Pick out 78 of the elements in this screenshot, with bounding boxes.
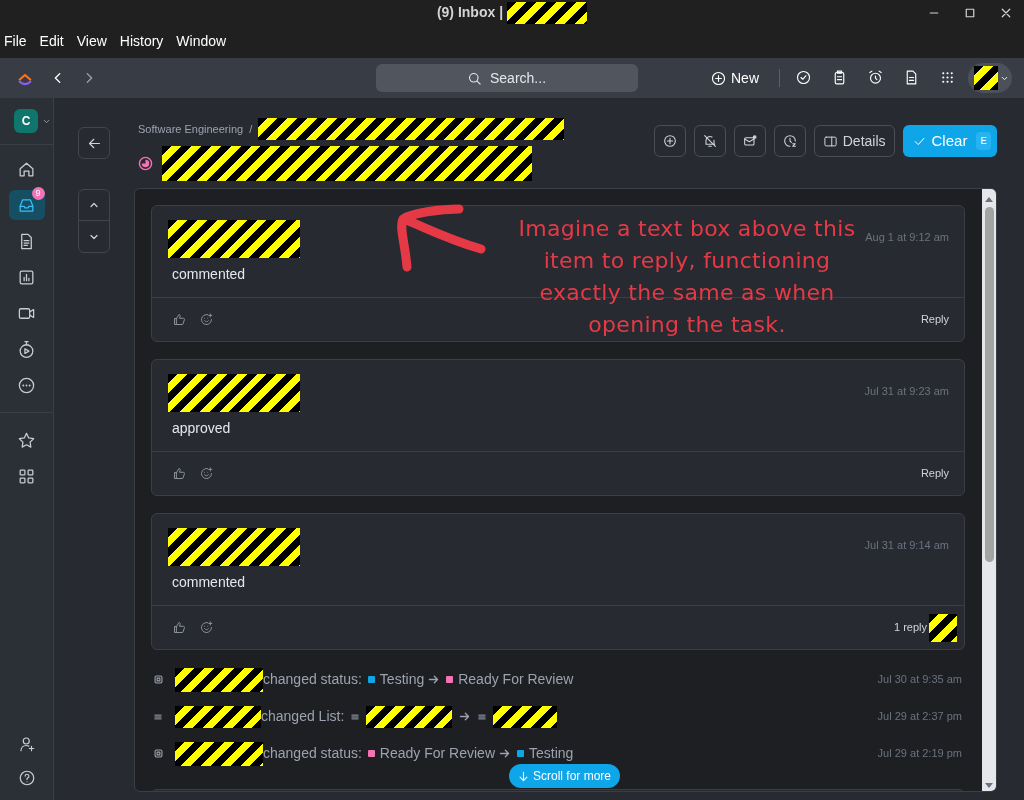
reply-button[interactable]: Reply (920, 465, 949, 482)
list-icon (477, 711, 488, 722)
activity-text: changed status: (263, 670, 362, 689)
status-icon (153, 674, 164, 685)
shortcut-key: E (976, 131, 991, 151)
status-label: Testing (529, 744, 574, 763)
arrow-right-icon (427, 673, 441, 686)
reply-button[interactable]: Reply (920, 311, 949, 328)
comment-action: approved (171, 419, 232, 438)
apps-icon (939, 69, 956, 86)
details-button[interactable]: Details (813, 125, 895, 157)
activity-time: Jul 29 at 2:19 pm (877, 746, 962, 762)
home-icon (17, 159, 36, 179)
thumbs-up-icon (172, 620, 187, 635)
profile-menu[interactable] (968, 63, 1012, 93)
redaction-bar (493, 705, 558, 728)
breadcrumb-link[interactable]: Software Engineering (138, 120, 244, 138)
comment-time: Aug 1 at 9:12 am (865, 230, 949, 245)
arrow-right-icon (498, 747, 511, 760)
window-title: (9) Inbox | (436, 3, 504, 22)
add-button[interactable] (653, 125, 686, 157)
menu-item[interactable]: Window (176, 31, 227, 52)
add-emoji-icon (199, 312, 214, 327)
search-field[interactable]: Search... (376, 64, 638, 92)
status-icon (138, 156, 153, 171)
add-emoji-icon (199, 620, 214, 635)
help-icon (17, 769, 36, 787)
menu-item[interactable]: File (4, 31, 27, 52)
comment-action: commented (171, 265, 247, 284)
mail-icon (741, 133, 758, 149)
notification-badge: 9 (31, 187, 45, 200)
snooze-clock-icon (781, 133, 798, 149)
stopwatch-icon (17, 339, 36, 359)
comment-time: Jul 31 at 9:14 am (864, 538, 949, 553)
activity-text: changed List: (261, 707, 345, 726)
check-circle-icon (795, 69, 812, 86)
status-label: Ready For Review (458, 670, 574, 689)
comment-action: commented (171, 573, 247, 592)
status-label: Ready For Review (379, 744, 495, 763)
workspace-avatar[interactable]: C (14, 109, 38, 133)
menu-item[interactable]: History (119, 31, 164, 52)
redaction-bar (929, 613, 957, 642)
arrow-down-icon (518, 770, 529, 782)
comment-time: Jul 31 at 9:23 am (864, 384, 949, 399)
arrow-right-icon (458, 710, 472, 723)
plus-circle-icon (710, 69, 727, 87)
scrollbar[interactable] (982, 189, 996, 791)
add-emoji-icon (199, 466, 214, 481)
mute-button[interactable] (693, 125, 726, 157)
activity-time: Jul 30 at 9:35 am (877, 672, 962, 688)
status-icon (153, 748, 164, 759)
panel-icon (822, 133, 838, 149)
activity-text: changed status: (263, 744, 362, 763)
alarm-clock-icon (867, 69, 884, 86)
status-label: Testing (379, 670, 425, 689)
new-button[interactable]: New (710, 66, 759, 90)
menu-item[interactable]: Edit (39, 31, 64, 52)
add-icon (661, 133, 678, 149)
list-icon (350, 711, 361, 722)
redaction-bar (974, 66, 998, 90)
snooze-button[interactable] (773, 125, 806, 157)
close-icon (1000, 6, 1012, 19)
search-icon (466, 70, 483, 87)
email-button[interactable] (733, 125, 766, 157)
maximize-icon (964, 6, 976, 19)
activity-time: Jul 29 at 2:37 pm (877, 709, 962, 725)
back-button[interactable] (78, 127, 110, 159)
breadcrumb-separator: / (249, 121, 253, 137)
thumbs-up-icon (172, 312, 187, 327)
menu-item[interactable]: View (76, 31, 107, 52)
list-icon (153, 711, 163, 722)
annotation-text: Imagine a text box above this item to reply, functioning exactly the same as when opening the task. (517, 215, 857, 339)
thumbs-up-icon (172, 466, 187, 481)
bell-off-icon (701, 133, 718, 149)
replies-link[interactable]: 1 reply (893, 619, 927, 636)
star-icon (17, 430, 36, 450)
add-user-icon (17, 735, 36, 753)
more-icon (17, 375, 36, 395)
